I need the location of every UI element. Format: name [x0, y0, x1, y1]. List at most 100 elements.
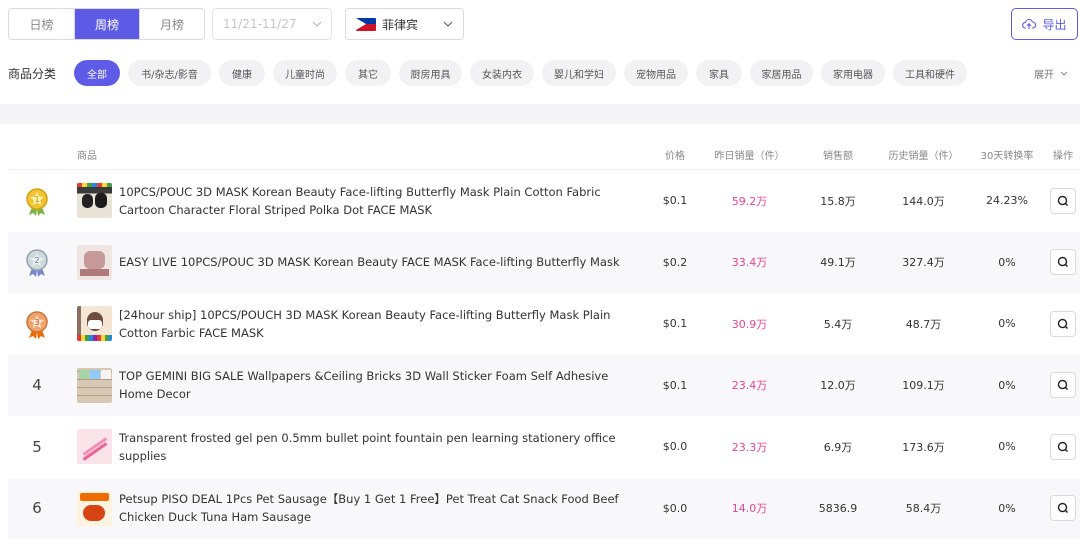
history-sales-cell: 144.0万 [902, 194, 945, 208]
history-sales-cell: 48.7万 [905, 317, 942, 331]
revenue-cell: 49.1万 [820, 256, 856, 270]
rank-number: 4 [32, 376, 42, 395]
search-icon [1057, 380, 1068, 391]
product-thumbnail[interactable] [77, 429, 112, 465]
top-bar: 日榜 周榜 月榜 11/21-11/27 菲律宾 [8, 8, 464, 40]
tab-daily[interactable]: 日榜 [9, 9, 74, 39]
yesterday-sales-cell: 30.9万 [731, 317, 768, 331]
export-button[interactable]: 导出 [1011, 8, 1078, 40]
category-chip-furniture[interactable]: 家具 [696, 60, 743, 86]
header-history-sales: 历史销量（件） [888, 150, 959, 162]
rank-number: 5 [32, 437, 42, 456]
category-chip-home[interactable]: 家居用品 [750, 60, 814, 86]
gold-medal-icon: 1 [26, 188, 48, 216]
header-product: 商品 [77, 150, 97, 162]
category-chip-health[interactable]: 健康 [219, 60, 266, 86]
table-row[interactable]: 4 TOP GEMINI BIG SALE Wallpapers &Ceilin… [8, 354, 1080, 416]
category-chip-other[interactable]: 其它 [345, 60, 392, 86]
section-divider [0, 104, 1080, 124]
revenue-cell: 5.4万 [823, 317, 853, 331]
price-cell: $0.1 [662, 194, 688, 208]
search-button[interactable] [1050, 310, 1076, 337]
conversion-cell: 0% [998, 440, 1016, 454]
category-chip-pets[interactable]: 宠物用品 [624, 60, 689, 86]
search-icon [1057, 318, 1068, 329]
category-chip-baby[interactable]: 婴儿和学妇 [542, 60, 617, 86]
country-label: 菲律宾 [382, 17, 419, 32]
table-row[interactable]: 6 Petsup PISO DEAL 1Pcs Pet Sausage【Buy … [8, 477, 1080, 539]
tab-monthly[interactable]: 月榜 [139, 9, 204, 39]
ranking-table: 商品 价格 昨日销量（件） 销售额 历史销量（件） 30天转换率 操作 1 10… [8, 139, 1080, 539]
yesterday-sales-cell: 23.4万 [731, 379, 768, 393]
price-cell: $0.0 [662, 440, 688, 454]
conversion-cell: 0% [998, 501, 1016, 515]
category-chip-kitchen[interactable]: 厨房用具 [399, 60, 463, 86]
search-icon [1057, 441, 1068, 452]
revenue-cell: 6.9万 [823, 440, 853, 454]
category-label: 商品分类 [8, 66, 57, 81]
price-cell: $0.0 [662, 501, 688, 515]
product-thumbnail[interactable] [77, 244, 112, 280]
history-sales-cell: 109.1万 [902, 379, 945, 393]
cloud-upload-icon [1022, 18, 1037, 29]
category-chip-womens[interactable]: 女装内衣 [470, 60, 535, 86]
product-thumbnail[interactable] [77, 490, 112, 526]
category-chip-tools[interactable]: 工具和硬件 [893, 60, 968, 86]
philippines-flag-icon [356, 17, 376, 31]
category-filter: 商品分类 全部 书/杂志/影音 健康 儿童时尚 其它 厨房用具 女装内衣 婴儿和… [8, 60, 1076, 86]
header-yesterday-sales: 昨日销量（件） [714, 150, 785, 162]
product-name[interactable]: Transparent frosted gel pen 0.5mm bullet… [119, 429, 644, 465]
product-thumbnail[interactable] [77, 306, 112, 342]
product-name[interactable]: [24hour ship] 10PCS/POUCH 3D MASK Korean… [119, 306, 644, 342]
price-cell: $0.1 [662, 378, 688, 392]
search-icon [1057, 503, 1068, 514]
chevron-down-icon [312, 21, 322, 27]
price-cell: $0.1 [662, 317, 688, 331]
conversion-cell: 0% [998, 255, 1016, 269]
search-icon [1057, 195, 1068, 206]
product-name[interactable]: 10PCS/POUC 3D MASK Korean Beauty Face-li… [119, 183, 644, 219]
history-sales-cell: 58.4万 [905, 502, 942, 516]
conversion-cell: 0% [998, 317, 1016, 331]
category-chip-books[interactable]: 书/杂志/影音 [128, 60, 212, 86]
header-revenue: 销售额 [823, 150, 853, 162]
yesterday-sales-cell: 14.0万 [731, 502, 768, 516]
category-chip-all[interactable]: 全部 [74, 60, 121, 86]
table-row[interactable]: 5 Transparent frosted gel pen 0.5mm bull… [8, 416, 1080, 478]
table-row[interactable]: 2 EASY LIVE 10PCS/POUC 3D MASK Korean Be… [8, 231, 1080, 293]
silver-medal-icon: 2 [26, 249, 48, 278]
header-action: 操作 [1053, 150, 1073, 162]
search-icon [1057, 257, 1068, 268]
svg-text:2: 2 [34, 256, 39, 265]
search-button[interactable] [1050, 433, 1076, 460]
search-button[interactable] [1050, 249, 1076, 276]
search-button[interactable] [1050, 187, 1076, 214]
product-name[interactable]: Petsup PISO DEAL 1Pcs Pet Sausage【Buy 1 … [119, 490, 644, 526]
date-range-select[interactable]: 11/21-11/27 [212, 8, 332, 40]
conversion-cell: 24.23% [986, 194, 1028, 208]
yesterday-sales-cell: 33.4万 [731, 256, 768, 270]
chevron-down-icon [443, 21, 453, 27]
chevron-down-icon [1060, 71, 1068, 76]
table-row[interactable]: 3 [24hour ship] 10PCS/POUCH 3D MASK Kore… [8, 293, 1080, 355]
category-chip-kids-fashion[interactable]: 儿童时尚 [273, 60, 338, 86]
expand-button[interactable]: 展开 [1034, 66, 1068, 81]
product-thumbnail[interactable] [77, 367, 112, 403]
rank-number: 6 [32, 499, 42, 518]
product-name[interactable]: EASY LIVE 10PCS/POUC 3D MASK Korean Beau… [119, 253, 644, 271]
search-button[interactable] [1050, 372, 1076, 399]
header-price: 价格 [665, 150, 685, 162]
svg-text:3: 3 [34, 318, 39, 327]
search-button[interactable] [1050, 495, 1076, 522]
category-chip-appliances[interactable]: 家用电器 [821, 60, 886, 86]
product-name[interactable]: TOP GEMINI BIG SALE Wallpapers &Ceiling … [119, 367, 644, 403]
date-range-value: 11/21-11/27 [223, 17, 297, 31]
yesterday-sales-cell: 23.3万 [731, 440, 768, 454]
export-label: 导出 [1042, 17, 1067, 32]
table-header: 商品 价格 昨日销量（件） 销售额 历史销量（件） 30天转换率 操作 [8, 139, 1080, 170]
product-thumbnail[interactable] [77, 183, 112, 219]
table-row[interactable]: 1 10PCS/POUC 3D MASK Korean Beauty Face-… [8, 170, 1080, 232]
tab-weekly[interactable]: 周榜 [74, 9, 139, 39]
country-select[interactable]: 菲律宾 [345, 8, 464, 40]
revenue-cell: 5836.9 [818, 501, 858, 515]
